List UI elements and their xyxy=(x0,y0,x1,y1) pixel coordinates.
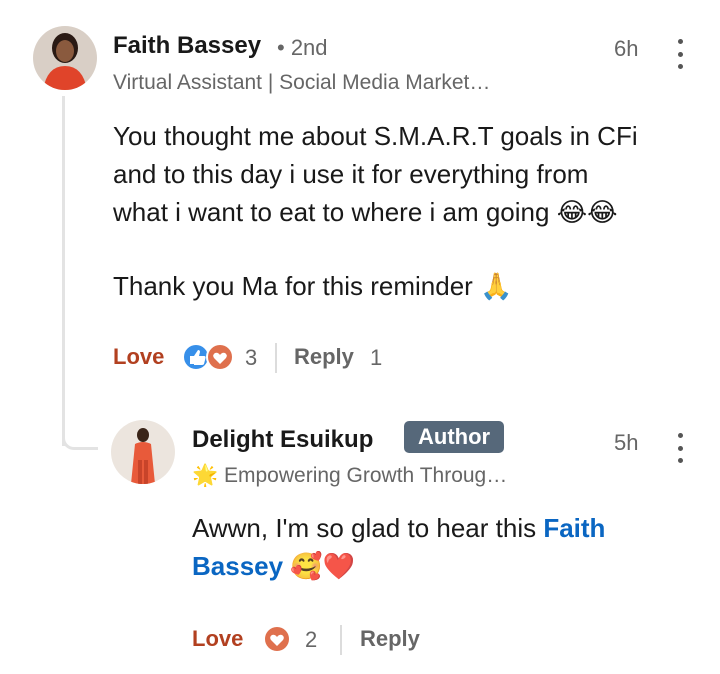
love-button[interactable]: Love xyxy=(192,626,243,652)
connection-degree: • 2nd xyxy=(277,35,328,60)
reply-avatar[interactable] xyxy=(111,420,175,484)
mention-link[interactable]: Bassey xyxy=(192,551,283,581)
comment-body-line: and to this day i use it for everything … xyxy=(113,159,589,189)
action-divider xyxy=(340,625,342,655)
more-options-icon[interactable] xyxy=(670,37,690,71)
reply-body-text: Awwn, I'm so glad to hear this xyxy=(192,513,544,543)
comment-body-line: Thank you Ma for this reminder 🙏 xyxy=(113,271,513,301)
comment-body-line: You thought me about S.M.A.R.T goals in … xyxy=(113,121,638,151)
avatar[interactable] xyxy=(33,26,97,90)
reply-author-name[interactable]: Delight Esuikup xyxy=(192,426,373,454)
comment-body-line: what i want to eat to where i am going 😂… xyxy=(113,197,618,227)
mention-link[interactable]: Faith xyxy=(543,513,605,543)
action-divider xyxy=(275,343,277,373)
reply-button[interactable]: Reply xyxy=(360,626,420,652)
reaction-count[interactable]: 3 xyxy=(245,345,257,371)
reply-button[interactable]: Reply xyxy=(294,344,354,370)
reply-timestamp: 5h xyxy=(614,430,639,455)
reply-headline-text: Empowering Growth Throug… xyxy=(224,464,508,487)
reply-author-headline: 🌟 Empowering Growth Throug… xyxy=(192,464,507,488)
star-icon: 🌟 xyxy=(192,464,219,487)
more-options-icon[interactable] xyxy=(670,431,690,465)
comment-author-name[interactable]: Faith Bassey xyxy=(113,32,261,60)
reaction-count[interactable]: 2 xyxy=(305,627,317,653)
reply-count[interactable]: 1 xyxy=(370,345,382,371)
like-reaction-icon xyxy=(182,343,234,371)
heart-reaction-icon xyxy=(263,625,291,653)
thread-connector xyxy=(62,420,98,450)
reply-body: Awwn, I'm so glad to hear this Faith Bas… xyxy=(192,509,672,585)
reaction-icons[interactable] xyxy=(182,342,238,372)
comment-timestamp: 6h xyxy=(614,36,639,61)
reaction-icons[interactable] xyxy=(261,624,293,654)
reply-body-emoji: 🥰❤️ xyxy=(283,551,356,581)
author-badge: Author xyxy=(404,421,505,453)
comment-body: You thought me about S.M.A.R.T goals in … xyxy=(113,117,703,305)
comment-author-headline: Virtual Assistant | Social Media Market… xyxy=(113,71,491,94)
love-button[interactable]: Love xyxy=(113,344,164,370)
thread-line xyxy=(62,96,65,446)
